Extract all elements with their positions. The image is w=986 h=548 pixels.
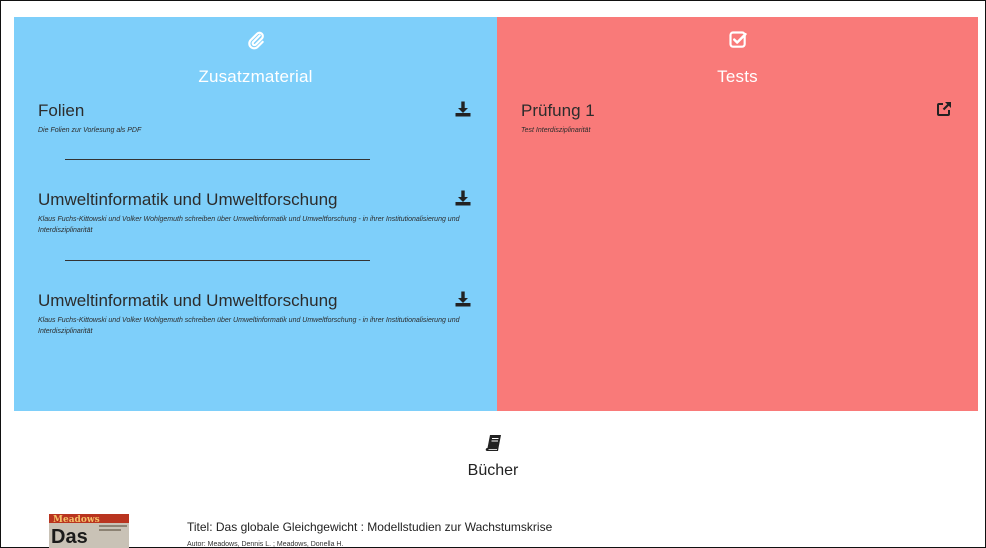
zusatzmaterial-panel: Zusatzmaterial Folien Die Folien zur Vor… <box>14 17 497 411</box>
books-title: Bücher <box>467 462 519 479</box>
zusatzmaterial-header: Zusatzmaterial <box>14 30 497 87</box>
material-description: Klaus Fuchs-Kittowski und Volker Wohlgem… <box>38 216 460 234</box>
divider <box>65 260 370 261</box>
cover-line <box>99 529 121 531</box>
download-icon[interactable] <box>455 190 471 206</box>
material-description: Die Folien zur Vorlesung als PDF <box>38 127 142 134</box>
checkbox-icon <box>728 31 747 48</box>
book-title[interactable]: Titel: Das globale Gleichgewicht : Model… <box>187 520 552 534</box>
material-description: Klaus Fuchs-Kittowski und Volker Wohlgem… <box>38 317 460 335</box>
material-item: Umweltinformatik und Umweltforschung Kla… <box>38 190 483 236</box>
external-link-icon[interactable] <box>936 101 952 117</box>
material-title[interactable]: Umweltinformatik und Umweltforschung <box>38 291 483 311</box>
tests-panel: Tests Prüfung 1 Test Interdisziplinaritä… <box>497 17 978 411</box>
download-icon[interactable] <box>455 101 471 117</box>
cover-title-text: Das <box>51 526 88 548</box>
paperclip-icon <box>247 31 264 50</box>
book-cover-image[interactable]: Meadows Das <box>49 514 129 548</box>
divider <box>65 159 370 160</box>
tests-title: Tests <box>717 67 758 86</box>
tests-header: Tests <box>497 30 978 87</box>
download-icon[interactable] <box>455 291 471 307</box>
test-item: Prüfung 1 Test Interdisziplinarität <box>521 101 966 136</box>
material-title[interactable]: Folien <box>38 101 483 121</box>
test-description: Test Interdisziplinarität <box>521 127 591 134</box>
book-author: Autor: Meadows, Dennis L. ; Meadows, Don… <box>187 541 344 548</box>
material-item: Umweltinformatik und Umweltforschung Kla… <box>38 291 483 337</box>
material-item: Folien Die Folien zur Vorlesung als PDF <box>38 101 483 136</box>
book-icon <box>485 435 501 451</box>
zusatzmaterial-title: Zusatzmaterial <box>198 67 313 86</box>
cover-author-text: Meadows <box>53 515 100 525</box>
cover-line <box>99 525 127 527</box>
test-title[interactable]: Prüfung 1 <box>521 101 966 121</box>
material-title[interactable]: Umweltinformatik und Umweltforschung <box>38 190 483 210</box>
